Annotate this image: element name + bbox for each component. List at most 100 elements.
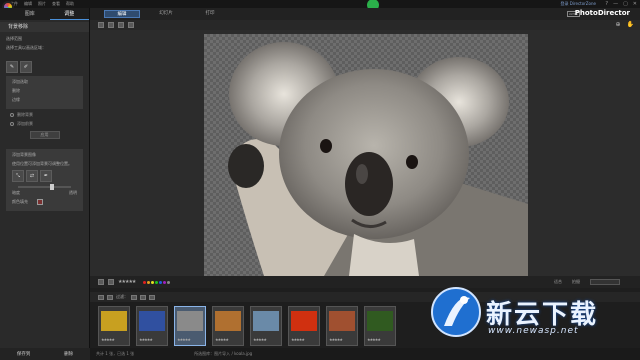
tool-label-remove: 删除 [12, 88, 20, 93]
tab-print[interactable]: 打印 [192, 10, 228, 18]
tab-edit[interactable]: 编辑 [104, 10, 140, 18]
flag-icon[interactable] [108, 279, 114, 285]
eraser-tool-button[interactable]: ✐ [20, 61, 32, 73]
section-title: 选择范围 [6, 36, 22, 41]
hand-icon[interactable]: ✋ [627, 21, 634, 28]
account-link[interactable]: 登录 DirectorZone [560, 1, 596, 7]
maximize-icon[interactable]: ▢ [623, 1, 628, 7]
color-labels [143, 280, 171, 284]
radio-remove-background[interactable]: 删除背景 [10, 112, 79, 118]
radio-label: 添加前景 [17, 121, 33, 126]
thumbnail-rating[interactable]: ★★★★★ [139, 337, 153, 342]
zoom-fit-label[interactable]: 适合 [554, 279, 562, 285]
thumbnail-image [215, 311, 241, 331]
view-grid-icon[interactable] [118, 22, 124, 28]
sidebar-footer: 保存到 删除 [0, 348, 90, 360]
strip-right-controls: 适合 拍摄 [554, 279, 620, 285]
color-label-gray[interactable] [167, 280, 171, 284]
brush-tool-button[interactable]: ✎ [6, 61, 18, 73]
menu-view[interactable]: 查看 [52, 1, 60, 7]
section2-title: 添加背景图像 [12, 152, 36, 157]
thumbnail[interactable]: ★★★★★ [136, 306, 168, 346]
help-icon[interactable]: ? [605, 1, 608, 7]
color-label-blue[interactable] [159, 280, 163, 284]
zoom-icon[interactable]: ⊕ [615, 21, 620, 28]
thumbnail[interactable]: ★★★★★ [326, 306, 358, 346]
thumbnail[interactable]: ★★★★★ [98, 306, 130, 346]
minimize-icon[interactable]: — [613, 1, 618, 7]
brand-title: PhotoDirector [574, 9, 630, 17]
sidebar: 图库 调整 背景移除 选择范围 选择工具以画选区域： ✎ ✐ 添加选取 删除 边… [0, 8, 90, 360]
tab-slideshow[interactable]: 幻灯片 [148, 10, 184, 18]
watermark-url: www.newasp.net [488, 326, 579, 336]
radio-label: 删除背景 [17, 112, 33, 117]
slider-label-right: 透明 [69, 190, 77, 195]
menu-help[interactable]: 帮助 [66, 1, 74, 7]
photo-canvas[interactable] [204, 34, 528, 276]
color-label-green[interactable] [155, 280, 159, 284]
filter-flag-icon[interactable] [140, 294, 146, 300]
close-icon[interactable]: ✕ [633, 1, 637, 7]
panel-title: 背景移除 [0, 22, 89, 32]
thumbnail-image [139, 311, 165, 331]
slider-labels: 暗度 透明 [12, 190, 77, 199]
thumbnail[interactable]: ★★★★★ [250, 306, 282, 346]
tool-label-edge: 边缘 [12, 97, 20, 102]
opacity-slider[interactable] [18, 184, 71, 190]
list-view-icon[interactable] [98, 294, 104, 300]
rating-stars[interactable]: ★★★★★ [118, 279, 136, 285]
color-label-purple[interactable] [163, 280, 167, 284]
thumbnail-rating[interactable]: ★★★★★ [367, 337, 381, 342]
window-controls: ? — ▢ ✕ [605, 1, 637, 7]
thumbnail[interactable]: ★★★★★ [288, 306, 320, 346]
filter-all-icon[interactable] [131, 294, 137, 300]
thumbnail-rating[interactable]: ★★★★★ [215, 337, 229, 342]
color-label-orange[interactable] [147, 280, 151, 284]
color-label-yellow[interactable] [151, 280, 155, 284]
mode-bar: 编辑 幻灯片 打印 ULTRA PhotoDirector [90, 8, 640, 20]
view-compare-icon[interactable] [108, 22, 114, 28]
picker-tool-button[interactable]: ⤡ [12, 170, 24, 182]
thumbnail-rating[interactable]: ★★★★★ [253, 337, 267, 342]
view-fullscreen-icon[interactable] [128, 22, 134, 28]
delete-button[interactable]: 删除 [64, 351, 73, 357]
thumbnail-rating[interactable]: ★★★★★ [101, 337, 115, 342]
thumbnail-rating[interactable]: ★★★★★ [291, 337, 305, 342]
bg-tool-row: ⤡ ⇄ ✒ [12, 170, 77, 182]
thumbnail-image [101, 311, 127, 331]
rotate-icon[interactable] [98, 279, 104, 285]
menu-edit[interactable]: 编辑 [24, 1, 32, 7]
sort-select[interactable] [590, 279, 620, 285]
slider-label-left: 暗度 [12, 190, 20, 195]
watermark-logo-icon [431, 287, 481, 337]
menu-bar: 文件 编辑 照片 查看 帮助 [10, 1, 74, 7]
thumbnail[interactable]: ★★★★★ [212, 306, 244, 346]
thumbnail[interactable]: ★★★★★ [364, 306, 396, 346]
pen-tool-button[interactable]: ✒ [40, 170, 52, 182]
color-swatch[interactable] [37, 199, 44, 205]
mode-tabs: 编辑 幻灯片 打印 [104, 10, 228, 18]
view-single-icon[interactable] [98, 22, 104, 28]
canvas-area [90, 30, 640, 276]
menu-photo[interactable]: 照片 [38, 1, 46, 7]
selection-section: 选择范围 选择工具以画选区域： [0, 32, 89, 58]
tab-library[interactable]: 图库 [10, 8, 50, 20]
swap-tool-button[interactable]: ⇄ [26, 170, 38, 182]
slider-knob[interactable] [49, 184, 54, 190]
grid-view-icon[interactable] [107, 294, 113, 300]
thumbnail-rating[interactable]: ★★★★★ [329, 337, 343, 342]
thumbnail[interactable]: ★★★★★ [174, 306, 206, 346]
save-to-button[interactable]: 保存到 [17, 351, 31, 357]
section-hint: 选择工具以画选区域： [6, 45, 46, 50]
status-path: 所选图库：图片导入 / koala.jpg [194, 351, 253, 356]
apply-button[interactable]: 应用 [29, 131, 60, 139]
filter-edit-icon[interactable] [149, 294, 155, 300]
thumbnail-image [253, 311, 279, 331]
tab-adjust[interactable]: 调整 [49, 8, 89, 20]
radio-add-foreground[interactable]: 添加前景 [10, 121, 79, 127]
tool-options: 添加选取 删除 边缘 [6, 76, 83, 109]
title-bar: 文件 编辑 照片 查看 帮助 登录 DirectorZone ? — ▢ ✕ [0, 0, 640, 11]
tool-row: ✎ ✐ [6, 61, 83, 73]
thumbnail-rating[interactable]: ★★★★★ [177, 337, 191, 342]
color-label-red[interactable] [143, 280, 147, 284]
